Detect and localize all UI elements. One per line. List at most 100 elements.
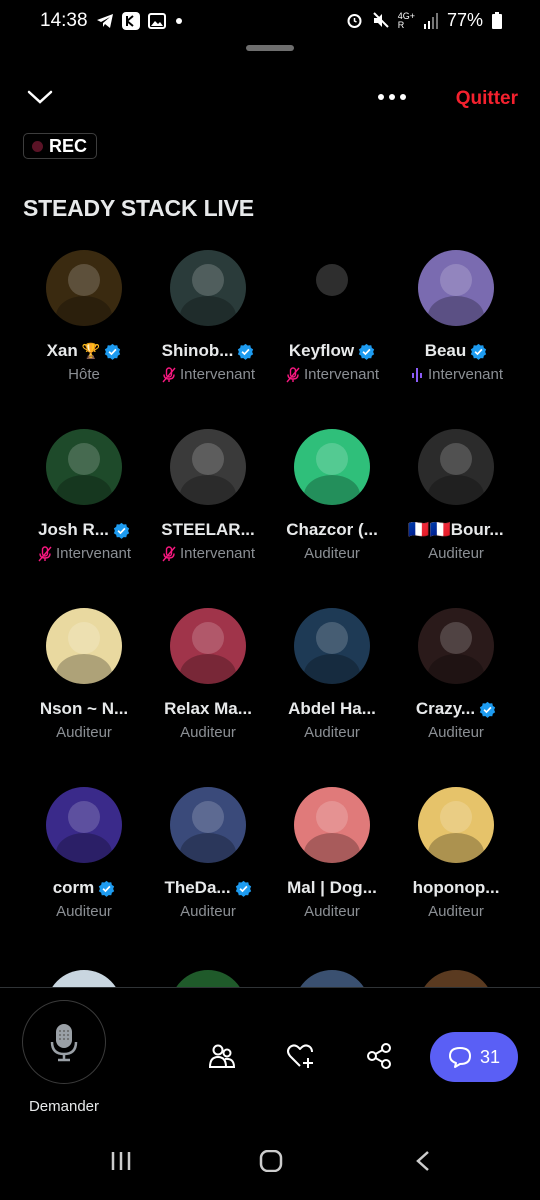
participant-role-row: Auditeur [22,724,146,741]
avatar[interactable] [46,250,122,326]
participant-role-row: Auditeur [394,724,518,741]
participant-name-row: Chazcor (... [270,520,394,540]
heart-add-icon[interactable] [286,1042,316,1070]
participant-card[interactable]: Josh R... Intervenant [22,429,146,562]
participant-name-row: STEELAR... [146,520,270,540]
participant-role-row: Auditeur [146,903,270,920]
avatar[interactable] [46,429,122,505]
participant-card[interactable]: Relax Ma... Auditeur [146,608,270,741]
participant-role: Hôte [68,366,100,383]
participant-name-row: corm [22,878,146,898]
request-mic-button[interactable] [22,1000,106,1084]
recent-apps-icon[interactable] [110,1150,132,1172]
chat-bubble-icon [448,1047,471,1068]
participant-card[interactable]: hoponop... Auditeur [394,787,518,920]
participant-card[interactable]: Xan 🏆 Hôte [22,250,146,383]
status-time: 14:38 [40,10,88,31]
bottom-divider [0,987,540,988]
avatar[interactable] [418,250,494,326]
verified-badge-icon [479,701,496,718]
participant-name: Keyflow [288,341,355,360]
participant-name-row: Relax Ma... [146,699,270,719]
participant-name: Chazcor (... [286,520,378,539]
home-icon[interactable] [259,1150,283,1172]
participant-card[interactable]: Crazy... Auditeur [394,608,518,741]
speaking-icon [411,367,422,382]
participant-role: Intervenant [179,545,256,562]
participant-role: Auditeur [180,724,236,741]
mic-off-icon [162,366,176,382]
participant-role-row: Auditeur [270,724,394,741]
network-label: 4G+ R [397,10,415,30]
avatar[interactable] [46,787,122,863]
participant-role: Auditeur [304,545,360,562]
participant-role: Auditeur [304,903,360,920]
participant-name-row: 🇫🇷🇫🇷Bour... [394,520,518,540]
participant-role: Intervenant [55,545,132,562]
avatar[interactable] [294,787,370,863]
telegram-icon [97,14,113,28]
avatar[interactable] [418,608,494,684]
verified-badge-icon [238,343,254,360]
participant-role: Auditeur [428,545,484,562]
participant-name-row: Xan 🏆 [22,341,146,361]
notification-icons [96,12,184,30]
rec-label: REC [49,135,88,156]
chevron-down-icon[interactable] [27,88,53,106]
participant-card[interactable]: Chazcor (... Auditeur [270,429,394,562]
participant-card[interactable]: Abdel Ha... Auditeur [270,608,394,741]
rec-dot-icon [32,140,43,152]
avatar[interactable] [418,787,494,863]
avatar[interactable] [170,608,246,684]
participant-role-row: Intervenant [270,366,394,383]
request-label: Demander [28,1098,100,1115]
participant-card[interactable]: STEELAR... Intervenant [146,429,270,562]
verified-badge-icon [471,343,487,360]
participant-role: Auditeur [56,903,112,920]
participant-role: Auditeur [304,724,360,741]
trophy-icon: 🏆 [81,343,101,360]
participant-card[interactable]: Keyflow Intervenant [270,250,394,383]
participant-card[interactable]: TheDa... Auditeur [146,787,270,920]
participant-role: Auditeur [56,724,112,741]
participant-role-row: Intervenant [146,366,270,383]
drag-handle[interactable] [246,45,294,51]
participant-role-row: Intervenant [394,366,518,383]
participant-role: Auditeur [180,903,236,920]
app-icon [122,12,140,30]
mic-off-icon [286,366,300,382]
participant-role: Intervenant [179,366,256,383]
participant-card[interactable]: Nson ~ N... Auditeur [22,608,146,741]
comment-count: 31 [479,1046,501,1067]
participant-card[interactable]: Mal | Dog... Auditeur [270,787,394,920]
avatar[interactable] [46,608,122,684]
more-options-button[interactable] [378,94,406,100]
avatar[interactable] [170,250,246,326]
people-icon[interactable] [208,1042,236,1070]
avatar[interactable] [294,429,370,505]
participant-card[interactable]: corm Auditeur [22,787,146,920]
participant-name: TheDa... [164,878,231,897]
back-icon[interactable] [414,1150,432,1172]
participant-role-row: Auditeur [270,903,394,920]
avatar[interactable] [170,429,246,505]
participant-card[interactable]: Shinob... Intervenant [146,250,270,383]
participant-card[interactable]: Beau Intervenant [394,250,518,383]
participant-role: Auditeur [428,903,484,920]
participant-role-row: Auditeur [394,545,518,562]
avatar[interactable] [294,250,370,326]
share-icon[interactable] [366,1042,392,1070]
mute-icon [372,12,389,28]
comments-button[interactable]: 31 [430,1032,518,1082]
participant-role-row: Auditeur [146,724,270,741]
participant-card[interactable]: 🇫🇷🇫🇷Bour... Auditeur [394,429,518,562]
status-bar: 14:38 4G+ R 77% [0,0,540,44]
participant-role-row: Intervenant [146,545,270,562]
quit-button[interactable]: Quitter [456,88,518,110]
participant-name: Mal | Dog... [287,878,377,897]
avatar[interactable] [418,429,494,505]
participant-name-row: Beau [394,341,518,361]
avatar[interactable] [294,608,370,684]
verified-badge-icon [358,343,375,360]
avatar[interactable] [170,787,246,863]
